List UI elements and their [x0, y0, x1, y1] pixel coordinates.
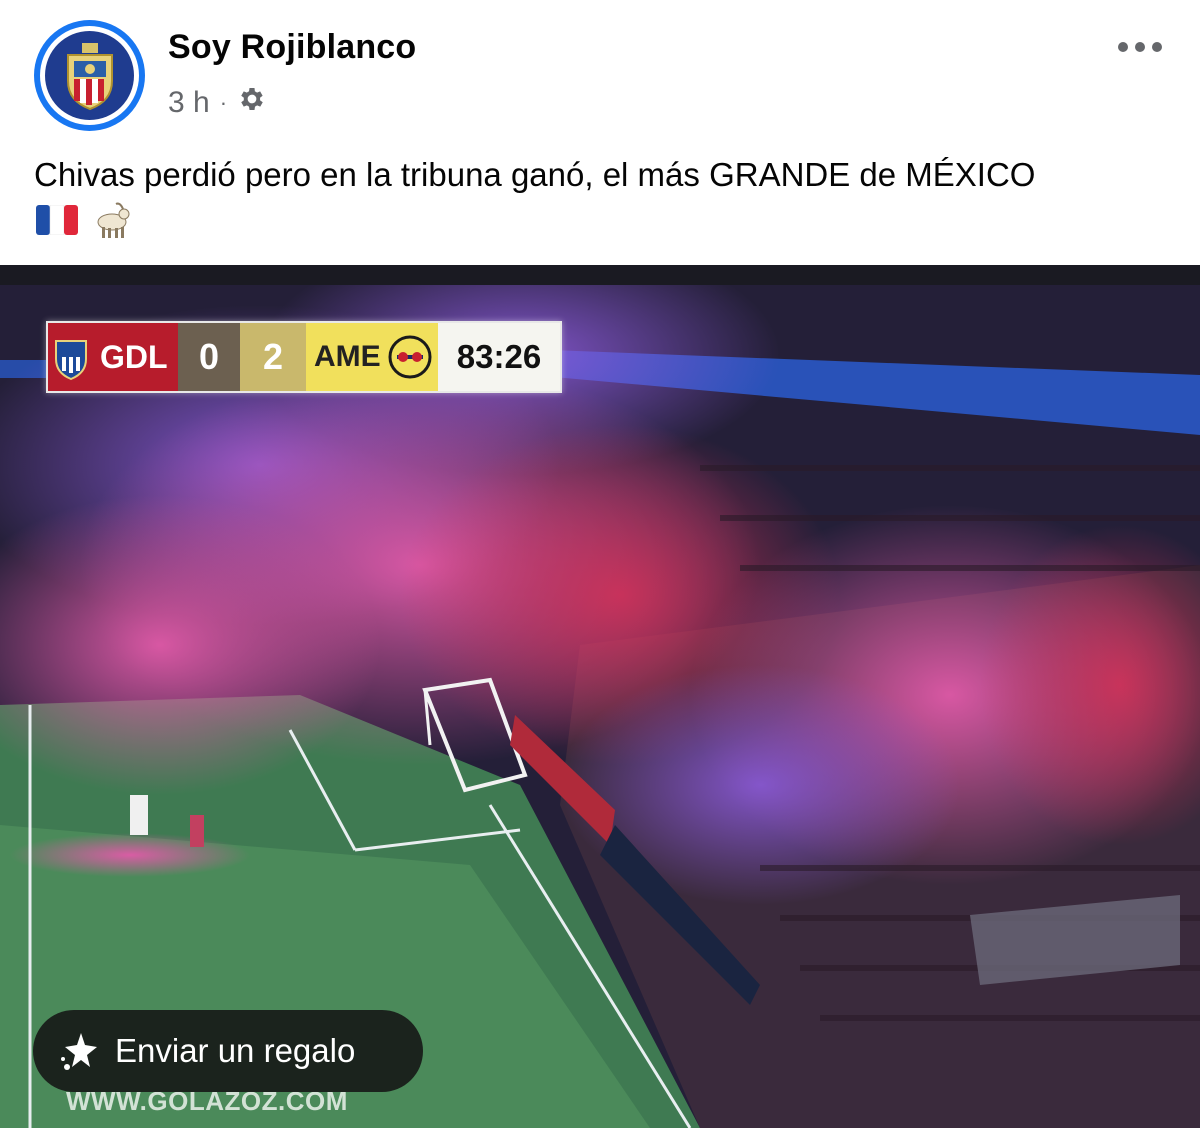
away-team: AME	[306, 323, 438, 391]
gear-icon	[237, 84, 267, 122]
away-crest-icon	[387, 334, 433, 380]
send-gift-button[interactable]: Enviar un regalo	[33, 1010, 423, 1092]
post-caption: Chivas perdió pero en la tribuna ganó, e…	[34, 156, 1036, 193]
stadium-photo-illustration	[0, 265, 1200, 1128]
goat-icon	[90, 200, 132, 245]
match-clock: 83:26	[438, 323, 560, 391]
gift-sparkle-icon	[57, 1027, 105, 1075]
home-score: 0	[178, 323, 240, 391]
post-photo[interactable]: GDL 0 2 AME 83:26 WWW.GOLAZOZ.COM	[0, 265, 1200, 1128]
france-flag-icon	[36, 204, 78, 240]
page-avatar[interactable]	[34, 20, 145, 131]
page-name-link[interactable]: Soy Rojiblanco	[168, 28, 416, 67]
club-crest-logo	[45, 31, 134, 120]
home-team: GDL	[48, 323, 178, 391]
home-team-name: GDL	[100, 338, 168, 375]
caption-emojis	[36, 200, 132, 245]
home-crest-icon	[52, 337, 92, 381]
post-meta: 3 h ·	[168, 84, 267, 122]
send-gift-label: Enviar un regalo	[115, 1032, 356, 1069]
more-horizontal-icon[interactable]	[1112, 30, 1168, 64]
scoreboard: GDL 0 2 AME 83:26	[46, 321, 562, 393]
away-score: 2	[240, 323, 306, 391]
post-header: Soy Rojiblanco 3 h ·	[0, 0, 1200, 140]
avatar-ring	[40, 26, 139, 125]
away-team-name: AME	[314, 340, 381, 373]
post-time[interactable]: 3 h	[168, 86, 210, 120]
meta-separator: ·	[219, 90, 228, 115]
